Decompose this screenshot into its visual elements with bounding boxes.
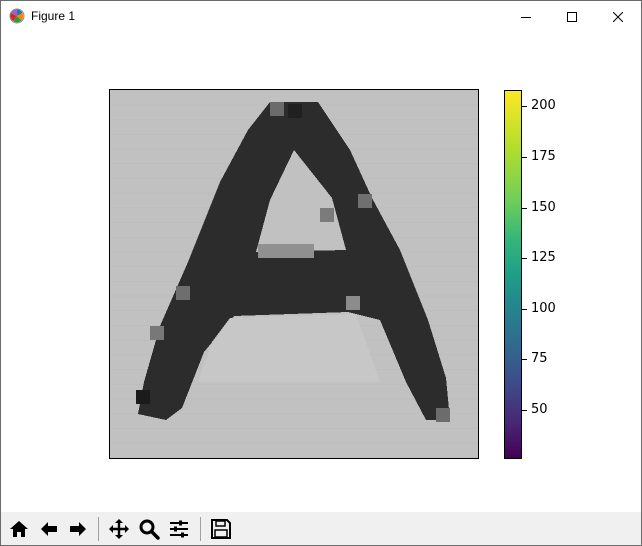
colorbar-tick bbox=[522, 410, 527, 411]
navigation-toolbar bbox=[1, 512, 641, 545]
minimize-icon bbox=[521, 16, 531, 18]
colorbar-tick bbox=[522, 359, 527, 360]
matplotlib-logo-icon bbox=[9, 8, 25, 24]
window-title: Figure 1 bbox=[31, 9, 76, 23]
colorbar-tick bbox=[522, 258, 527, 259]
configure-subplots-icon bbox=[170, 520, 188, 538]
home-icon bbox=[10, 521, 28, 537]
forward-button[interactable] bbox=[65, 516, 91, 542]
zoom-button[interactable] bbox=[136, 516, 162, 542]
forward-icon bbox=[70, 522, 86, 536]
pan-button[interactable] bbox=[106, 516, 132, 542]
back-icon bbox=[41, 522, 57, 536]
pan-icon bbox=[109, 519, 129, 539]
colorbar-tick-label: 100 bbox=[531, 301, 556, 316]
colorbar-tick bbox=[522, 208, 527, 209]
letter-a-image bbox=[110, 90, 478, 458]
zoom-icon bbox=[139, 519, 160, 540]
maximize-button[interactable] bbox=[549, 1, 595, 32]
colorbar-tick bbox=[522, 106, 527, 107]
home-button[interactable] bbox=[6, 516, 32, 542]
colorbar-tick-label: 150 bbox=[531, 200, 556, 215]
image-axes[interactable] bbox=[109, 89, 479, 459]
close-button[interactable] bbox=[595, 1, 641, 32]
colorbar-tick bbox=[522, 157, 527, 158]
colorbar-tick-label: 50 bbox=[531, 402, 548, 417]
colorbar-tick-label: 125 bbox=[531, 250, 556, 265]
maximize-icon bbox=[567, 11, 577, 22]
colorbar-tick-label: 75 bbox=[531, 351, 548, 366]
minimize-button[interactable] bbox=[503, 1, 549, 32]
colorbar-tick-label: 175 bbox=[531, 149, 556, 164]
configure-subplots-button[interactable] bbox=[166, 516, 192, 542]
title-bar: Figure 1 bbox=[1, 1, 641, 32]
figure-window: Figure 1 50 75 100 125 150 175 200 bbox=[0, 0, 642, 546]
save-icon bbox=[211, 519, 231, 539]
toolbar-separator bbox=[200, 517, 201, 541]
toolbar-separator bbox=[98, 517, 99, 541]
colorbar-tick bbox=[522, 309, 527, 310]
back-button[interactable] bbox=[36, 516, 62, 542]
close-icon bbox=[613, 11, 623, 22]
colorbar-tick-label: 200 bbox=[531, 98, 556, 113]
colorbar[interactable] bbox=[504, 90, 522, 459]
save-button[interactable] bbox=[208, 516, 234, 542]
